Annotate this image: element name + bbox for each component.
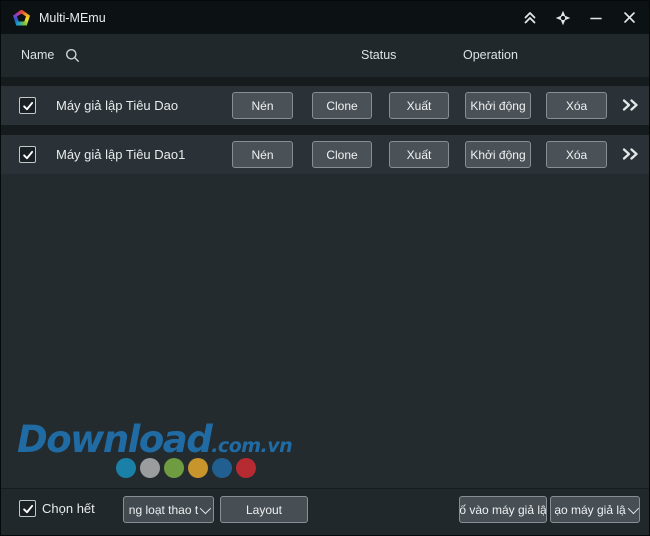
more-actions-icon[interactable] xyxy=(617,94,643,116)
more-actions-icon[interactable] xyxy=(617,143,643,165)
row-checkbox[interactable] xyxy=(19,97,36,114)
compress-button[interactable]: Nén xyxy=(232,141,293,168)
dot xyxy=(236,458,256,478)
row-separator xyxy=(1,77,649,86)
window-title: Multi-MEmu xyxy=(39,10,106,25)
watermark-dots xyxy=(116,458,256,478)
delete-button[interactable]: Xóa xyxy=(546,92,607,119)
footer-toolbar: Chọn hết ng loạt thao t Layout ố vào máy… xyxy=(1,488,649,535)
create-emulator-dropdown[interactable]: ạo máy giả lậ xyxy=(550,496,640,523)
chevron-down-icon xyxy=(627,502,639,514)
select-all-checkbox[interactable] xyxy=(19,500,36,517)
row-separator xyxy=(1,125,649,135)
layout-button[interactable]: Layout xyxy=(220,496,308,523)
search-icon[interactable] xyxy=(65,48,80,63)
emulator-row: Máy giả lập Tiêu Dao1 Nén Clone Xuất Khở… xyxy=(1,135,649,174)
dot xyxy=(116,458,136,478)
titlebar: Multi-MEmu xyxy=(1,1,649,34)
window-controls xyxy=(518,6,649,30)
list-header: Name Status Operation xyxy=(1,34,649,77)
clone-button[interactable]: Clone xyxy=(312,141,372,168)
batch-operation-value: ng loạt thao t xyxy=(128,502,199,517)
column-header-name: Name xyxy=(21,48,55,62)
import-emulator-button[interactable]: ố vào máy giả lậ xyxy=(459,496,547,523)
dot xyxy=(164,458,184,478)
settings-gear-icon[interactable] xyxy=(551,6,575,30)
watermark-brand: Download xyxy=(17,418,213,461)
collapse-all-icon[interactable] xyxy=(518,6,542,30)
emulator-name: Máy giả lập Tiêu Dao xyxy=(56,98,179,113)
clone-button[interactable]: Clone xyxy=(312,92,372,119)
chevron-down-icon xyxy=(199,502,212,514)
batch-operation-dropdown[interactable]: ng loạt thao t xyxy=(123,496,214,523)
column-header-status: Status xyxy=(361,48,397,62)
delete-button[interactable]: Xóa xyxy=(546,141,607,168)
memu-logo-icon xyxy=(13,9,30,26)
column-header-operation: Operation xyxy=(463,48,518,62)
start-button[interactable]: Khởi động xyxy=(465,92,531,119)
row-checkbox[interactable] xyxy=(19,146,36,163)
close-icon[interactable] xyxy=(617,6,641,30)
minimize-icon[interactable] xyxy=(584,6,608,30)
select-all-label: Chọn hết xyxy=(42,501,95,516)
dot xyxy=(212,458,232,478)
compress-button[interactable]: Nén xyxy=(232,92,293,119)
export-button[interactable]: Xuất xyxy=(389,92,449,119)
watermark-suffix: .com.vn xyxy=(211,435,293,457)
dot xyxy=(188,458,208,478)
create-emulator-label: ạo máy giả lậ xyxy=(554,502,626,517)
emulator-name: Máy giả lập Tiêu Dao1 xyxy=(56,147,186,162)
download-watermark: Download .com.vn xyxy=(17,418,293,461)
start-button[interactable]: Khởi động xyxy=(465,141,531,168)
multi-memu-window: Multi-MEmu Name Status Operation Máy giả… xyxy=(0,0,650,536)
emulator-row: Máy giả lập Tiêu Dao Nén Clone Xuất Khởi… xyxy=(1,86,649,125)
export-button[interactable]: Xuất xyxy=(389,141,449,168)
dot xyxy=(140,458,160,478)
